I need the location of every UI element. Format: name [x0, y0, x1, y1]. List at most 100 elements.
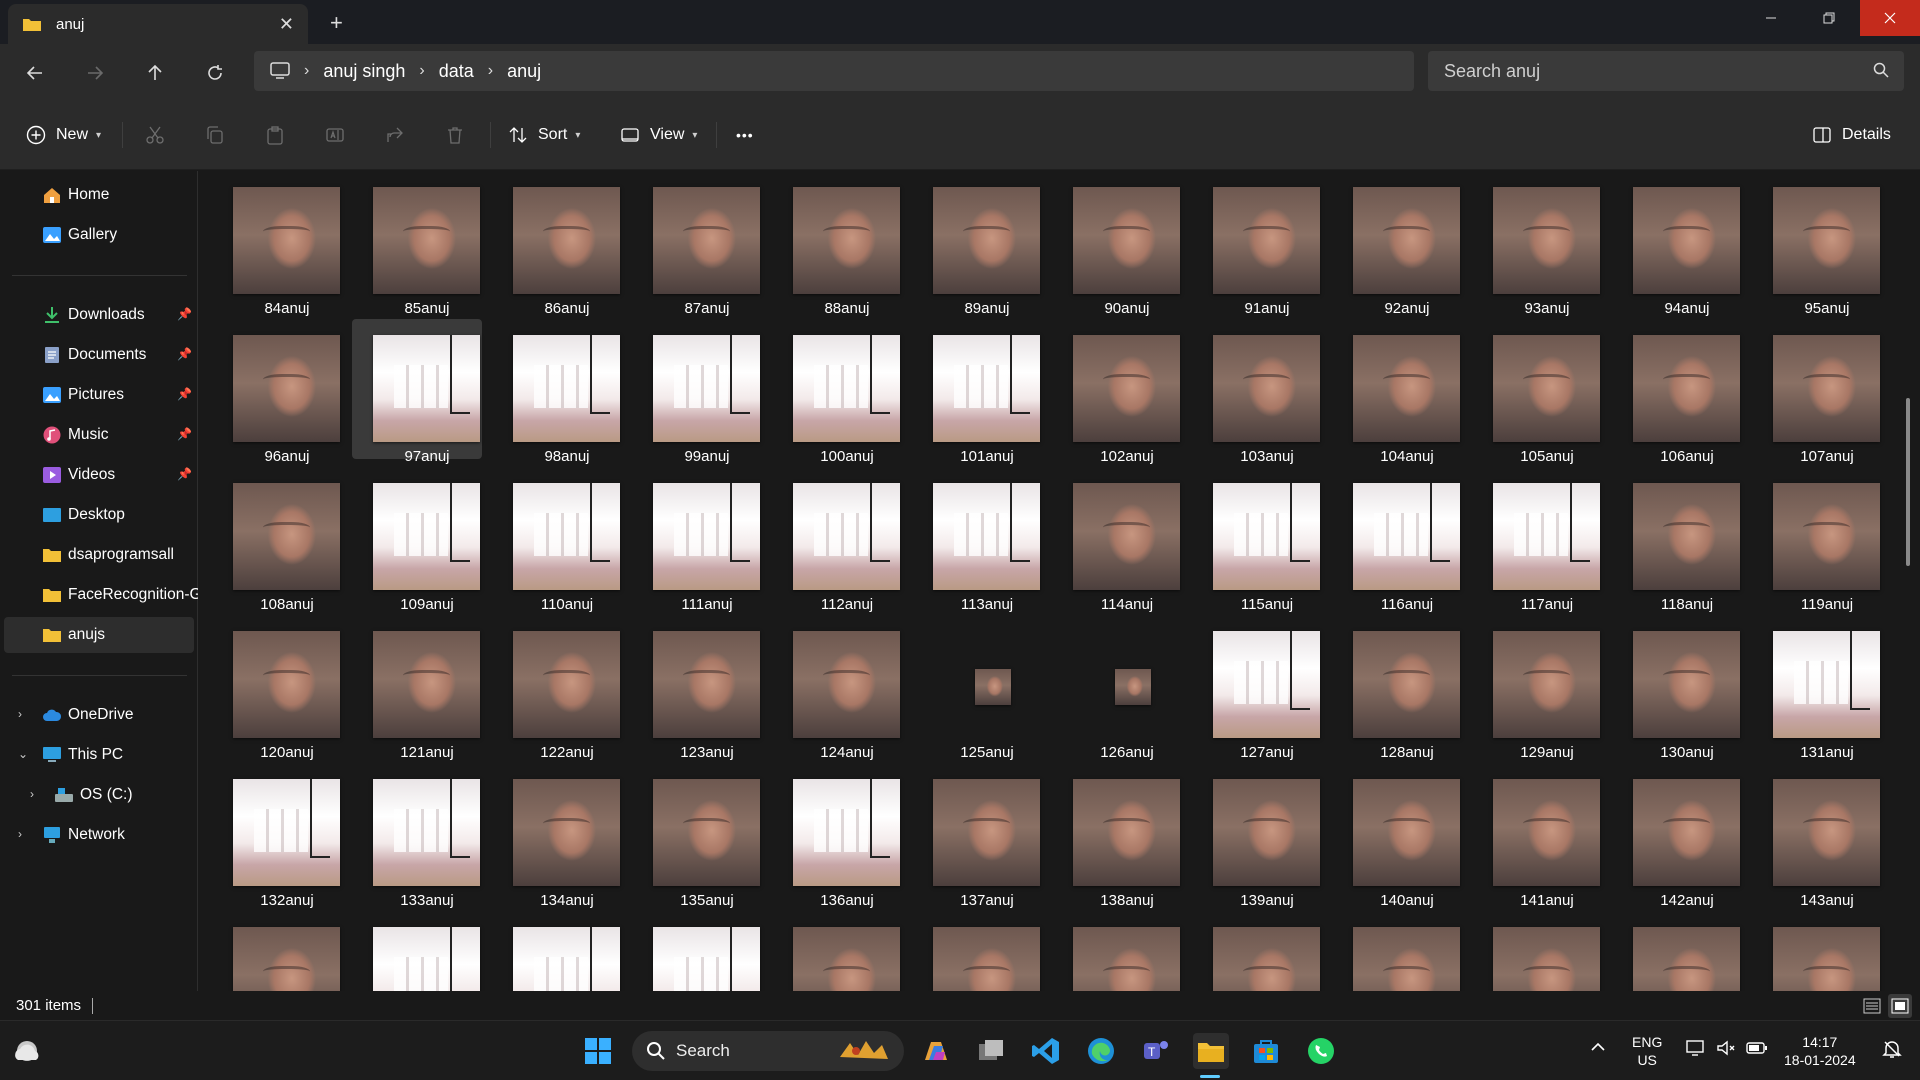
weather-widget[interactable] [10, 1033, 46, 1069]
details-view-button[interactable] [1860, 994, 1884, 1018]
file-item[interactable]: 142anuj [1612, 763, 1742, 909]
pin-icon[interactable]: 📌 [177, 467, 192, 481]
file-item[interactable]: 121anuj [352, 615, 482, 761]
file-item[interactable]: 91anuj [1192, 171, 1322, 317]
file-item[interactable]: 101anuj [912, 319, 1042, 465]
vscode-app[interactable] [1028, 1033, 1064, 1069]
file-item[interactable]: 103anuj [1192, 319, 1322, 465]
file-item[interactable]: 97anuj [352, 319, 482, 465]
sidebar-item-music[interactable]: Music 📌 [4, 417, 194, 453]
whatsapp-app[interactable] [1303, 1033, 1339, 1069]
file-item[interactable]: 127anuj [1192, 615, 1322, 761]
file-item[interactable]: 95anuj [1752, 171, 1882, 317]
chevron-right-icon[interactable]: › [18, 707, 22, 721]
share-button[interactable] [382, 122, 408, 148]
sidebar-item-onedrive[interactable]: › OneDrive [4, 697, 194, 733]
file-item[interactable]: 129anuj [1472, 615, 1602, 761]
rename-button[interactable] [322, 122, 348, 148]
file-item[interactable]: 89anuj [912, 171, 1042, 317]
restore-button[interactable] [1800, 0, 1858, 36]
clock[interactable]: 14:17 18-01-2024 [1784, 1033, 1856, 1069]
task-view-app[interactable] [973, 1033, 1009, 1069]
file-item[interactable] [212, 911, 342, 991]
sidebar-item-documents[interactable]: Documents 📌 [4, 337, 194, 373]
chevron-right-icon[interactable]: › [30, 787, 34, 801]
file-item[interactable]: 122anuj [492, 615, 622, 761]
taskbar-search[interactable]: Search [632, 1031, 904, 1071]
file-item[interactable]: 115anuj [1192, 467, 1322, 613]
copilot-app[interactable] [918, 1033, 954, 1069]
file-item[interactable]: 120anuj [212, 615, 342, 761]
view-button[interactable]: View ▾ [620, 120, 697, 150]
file-item[interactable]: 96anuj [212, 319, 342, 465]
back-button[interactable] [20, 58, 50, 88]
new-button[interactable]: New ▾ [26, 120, 101, 150]
pin-icon[interactable]: 📌 [177, 347, 192, 361]
file-item[interactable]: 143anuj [1752, 763, 1882, 909]
file-item[interactable] [1612, 911, 1742, 991]
file-item[interactable]: 139anuj [1192, 763, 1322, 909]
sidebar-item-anujs[interactable]: anujs [4, 617, 194, 653]
file-item[interactable]: 93anuj [1472, 171, 1602, 317]
refresh-button[interactable] [200, 58, 230, 88]
file-item[interactable]: 140anuj [1332, 763, 1462, 909]
file-item[interactable] [492, 911, 622, 991]
file-item[interactable]: 123anuj [632, 615, 762, 761]
sidebar-item-dsaprogramsall[interactable]: dsaprogramsall [4, 537, 194, 573]
sidebar-item-videos[interactable]: Videos 📌 [4, 457, 194, 493]
sidebar-item-gallery[interactable]: Gallery [4, 217, 194, 253]
sidebar-item-downloads[interactable]: Downloads 📌 [4, 297, 194, 333]
file-item[interactable]: 119anuj [1752, 467, 1882, 613]
file-item[interactable]: 134anuj [492, 763, 622, 909]
file-item[interactable]: 117anuj [1472, 467, 1602, 613]
file-item[interactable]: 99anuj [632, 319, 762, 465]
file-item[interactable]: 118anuj [1612, 467, 1742, 613]
file-item[interactable]: 94anuj [1612, 171, 1742, 317]
chevron-right-icon[interactable]: › [18, 827, 22, 841]
pin-icon[interactable]: 📌 [177, 427, 192, 441]
search-input[interactable]: Search anuj [1428, 51, 1904, 91]
file-item[interactable]: 138anuj [1052, 763, 1182, 909]
file-item[interactable]: 92anuj [1332, 171, 1462, 317]
file-item[interactable]: 111anuj [632, 467, 762, 613]
file-item[interactable]: 98anuj [492, 319, 622, 465]
pin-icon[interactable]: 📌 [177, 387, 192, 401]
breadcrumb-anuj-singh[interactable]: anuj singh [323, 61, 405, 82]
file-item[interactable]: 112anuj [772, 467, 902, 613]
sidebar-item-desktop[interactable]: Desktop [4, 497, 194, 533]
file-item[interactable]: 141anuj [1472, 763, 1602, 909]
copy-button[interactable] [202, 122, 228, 148]
file-item[interactable]: 133anuj [352, 763, 482, 909]
new-tab-button[interactable]: + [330, 10, 343, 36]
more-options-button[interactable]: ••• [736, 120, 754, 150]
file-item[interactable] [352, 911, 482, 991]
notifications-button[interactable] [1882, 1039, 1902, 1063]
file-item[interactable]: 114anuj [1052, 467, 1182, 613]
file-item[interactable]: 104anuj [1332, 319, 1462, 465]
sort-button[interactable]: Sort ▾ [508, 120, 580, 150]
edge-app[interactable] [1083, 1033, 1119, 1069]
file-item[interactable]: 102anuj [1052, 319, 1182, 465]
paste-button[interactable] [262, 122, 288, 148]
file-item[interactable] [1332, 911, 1462, 991]
file-item[interactable] [772, 911, 902, 991]
start-button[interactable] [580, 1033, 616, 1069]
teams-app[interactable]: T [1138, 1033, 1174, 1069]
file-item[interactable]: 106anuj [1612, 319, 1742, 465]
system-tray[interactable] [1686, 1039, 1768, 1057]
vertical-scrollbar[interactable] [1906, 398, 1910, 566]
pin-icon[interactable]: 📌 [177, 307, 192, 321]
show-hidden-icons-button[interactable] [1590, 1039, 1606, 1059]
file-item[interactable]: 90anuj [1052, 171, 1182, 317]
file-item[interactable]: 110anuj [492, 467, 622, 613]
file-item[interactable] [1752, 911, 1882, 991]
delete-button[interactable] [442, 122, 468, 148]
file-item[interactable]: 109anuj [352, 467, 482, 613]
file-item[interactable] [1052, 911, 1182, 991]
file-item[interactable]: 85anuj [352, 171, 482, 317]
file-item[interactable] [1472, 911, 1602, 991]
file-item[interactable]: 126anuj [1052, 615, 1182, 761]
file-item[interactable]: 132anuj [212, 763, 342, 909]
breadcrumb-anuj[interactable]: anuj [507, 61, 541, 82]
tab-anuj[interactable]: anuj ✕ [8, 4, 308, 44]
